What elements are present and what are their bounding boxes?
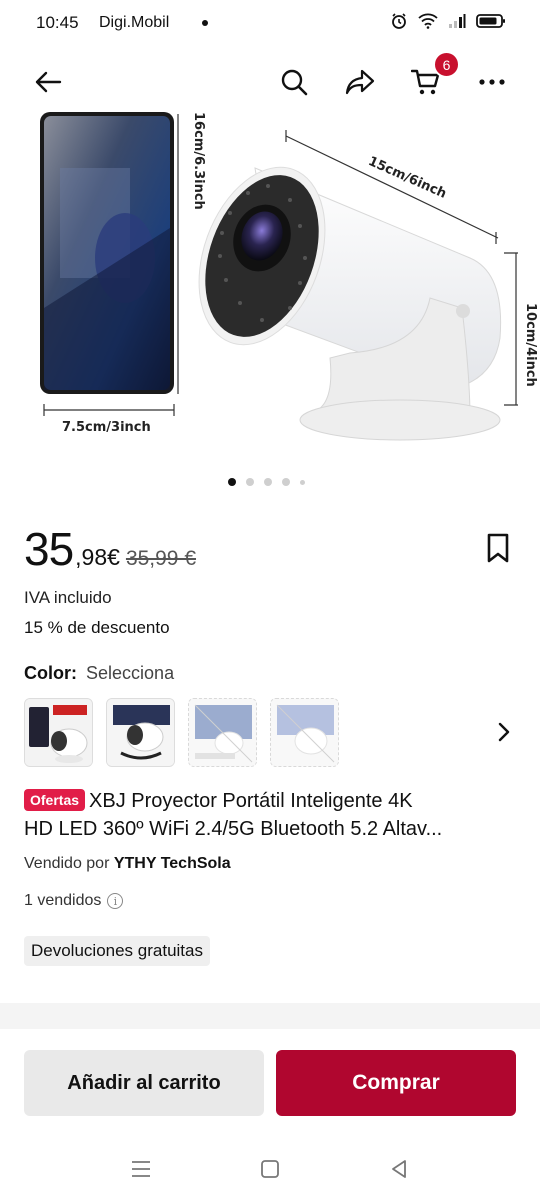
color-selector-label: Color: Selecciona	[24, 663, 174, 684]
product-photo	[40, 112, 518, 441]
bookmark-button[interactable]	[484, 532, 516, 566]
info-icon[interactable]: i	[107, 893, 124, 909]
carousel-dot[interactable]	[264, 478, 272, 486]
dimension-phone-width: 7.5cm/3inch	[62, 420, 151, 435]
system-back-button[interactable]	[384, 1154, 414, 1184]
status-icons	[390, 12, 506, 30]
battery-icon	[476, 14, 505, 28]
product-title-line-2: HD LED 360º WiFi 2.4/5G Bluetooth 5.2 Al…	[24, 818, 443, 840]
menu-lines-icon	[132, 1161, 150, 1177]
bookmark-icon	[487, 533, 509, 563]
seller-name[interactable]: YTHY TechSola	[114, 855, 231, 872]
more-icon	[479, 79, 505, 85]
price-integer: 35	[24, 523, 74, 575]
more-button[interactable]	[472, 62, 512, 102]
free-returns-chip: Devoluciones gratuitas	[24, 936, 210, 966]
price: 35 ,98€ 35,99 €	[24, 522, 196, 576]
discount-label: 15 % de descuento	[24, 618, 170, 637]
seller-prefix: Vendido por	[24, 855, 110, 872]
carousel-dot[interactable]	[228, 478, 236, 486]
color-swatch-2[interactable]	[106, 698, 175, 767]
carousel-dot[interactable]	[282, 478, 290, 486]
color-swatch-4[interactable]	[270, 698, 339, 767]
product-title-line-1: XBJ Proyector Portátil Inteligente 4K	[89, 790, 413, 812]
back-button[interactable]	[28, 62, 68, 102]
status-time: 10:45	[36, 13, 79, 32]
search-icon	[281, 69, 308, 96]
sold-count: 1 vendidos i	[24, 892, 124, 910]
tax-note: IVA incluido	[24, 588, 112, 607]
notification-dot	[202, 20, 208, 26]
share-button[interactable]	[340, 62, 380, 102]
triangle-back-icon	[392, 1160, 406, 1178]
carousel-dot[interactable]	[246, 478, 254, 486]
seller-info[interactable]: Vendido por YTHY TechSola	[24, 855, 231, 873]
bottom-action-bar: Añadir al carrito Comprar	[0, 1031, 540, 1131]
search-button[interactable]	[274, 62, 314, 102]
dimension-projector-height: 10cm/4inch	[523, 303, 538, 387]
product-title: Ofertas XBJ Proyector Portátil Inteligent…	[24, 787, 524, 843]
signal-icon	[449, 14, 466, 28]
status-carrier: Digi.Mobil	[99, 14, 170, 31]
carousel-dot[interactable]	[300, 479, 305, 485]
add-to-cart-button[interactable]: Añadir al carrito	[24, 1050, 264, 1116]
swatches-next-button[interactable]	[492, 718, 516, 746]
alarm-icon	[392, 13, 406, 29]
product-image[interactable]: 16cm/6.3inch 7.5cm/3inch 15cm/6inch 10cm…	[0, 108, 540, 468]
color-swatch-3[interactable]	[188, 698, 257, 767]
offer-badge: Ofertas	[24, 789, 86, 811]
cart-count-badge: 6	[433, 51, 460, 78]
carousel-dots	[228, 478, 305, 486]
buy-button[interactable]: Comprar	[276, 1050, 516, 1116]
dimension-phone-height: 16cm/6.3inch	[191, 112, 206, 210]
sold-count-text: 1 vendidos	[24, 892, 102, 909]
color-label: Color:	[24, 663, 77, 683]
chevron-right-icon	[498, 722, 510, 742]
price-decimal: ,98€	[75, 544, 120, 570]
square-icon	[261, 1160, 279, 1178]
recents-button[interactable]	[126, 1154, 156, 1184]
back-arrow-icon	[35, 71, 62, 93]
color-swatch-1[interactable]	[24, 698, 93, 767]
system-navigation-bar	[0, 1140, 540, 1200]
home-button[interactable]	[255, 1154, 285, 1184]
color-value: Selecciona	[86, 663, 175, 683]
section-divider	[0, 1003, 540, 1029]
wifi-icon	[418, 13, 438, 29]
status-bar: 10:45 Digi.Mobil	[0, 0, 540, 48]
original-price: 35,99 €	[125, 547, 197, 570]
share-icon	[345, 69, 375, 95]
color-swatches	[24, 698, 339, 767]
